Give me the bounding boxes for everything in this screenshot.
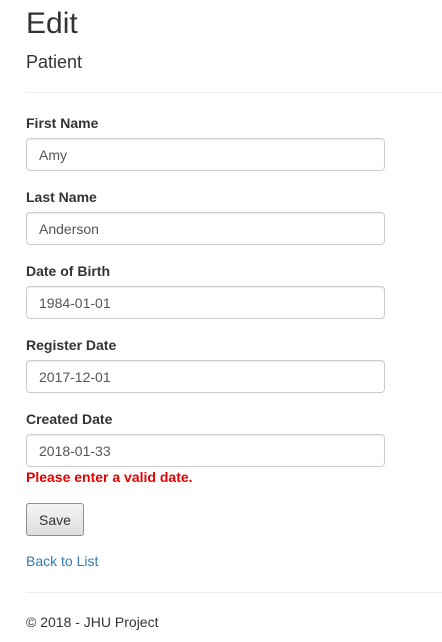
page-subtitle: Patient [26,52,83,72]
first-name-label: First Name [26,115,99,131]
footer-copyright: © 2018 - JHU Project [26,614,159,630]
header-divider [26,92,442,93]
last-name-label: Last Name [26,189,97,205]
created-date-input[interactable] [26,434,385,467]
date-of-birth-label: Date of Birth [26,263,110,279]
page-title: Edit [26,7,78,40]
edit-patient-page: Edit Patient First Name Last Name Date o… [0,0,442,642]
created-date-label: Created Date [26,411,113,427]
back-to-list-link[interactable]: Back to List [26,551,98,571]
last-name-input[interactable] [26,212,385,245]
created-date-error-message: Please enter a valid date. [26,469,193,485]
register-date-input[interactable] [26,360,385,393]
register-date-label: Register Date [26,337,117,353]
date-of-birth-input[interactable] [26,286,385,319]
first-name-input[interactable] [26,138,385,171]
save-button[interactable]: Save [26,503,84,536]
footer-divider [26,592,442,593]
